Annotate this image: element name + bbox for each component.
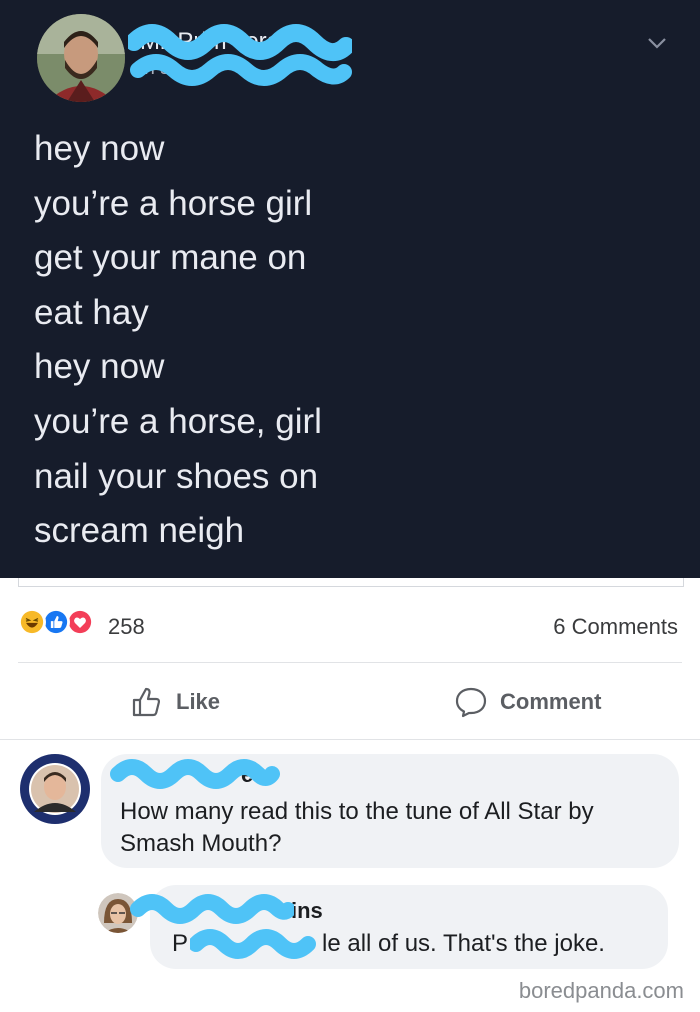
- redaction-scribble: [128, 24, 352, 86]
- commenter-avatar[interactable]: [20, 754, 90, 824]
- divider: [18, 662, 682, 663]
- reaction-count[interactable]: 258: [108, 614, 145, 640]
- reply-text: le all of us. That's the joke.: [322, 930, 605, 957]
- comment-text: How many read this to the tune of All St…: [120, 798, 594, 857]
- action-bar: Like Comment: [0, 672, 700, 730]
- divider: [0, 739, 700, 740]
- comment-bubble-icon: [455, 687, 487, 718]
- like-icon: [42, 608, 70, 636]
- post-line: nail your shoes on: [34, 456, 319, 496]
- haha-icon: [18, 608, 46, 636]
- watermark: boredpanda.com: [518, 978, 684, 1003]
- post-text: hey now you’re a horse girl get your man…: [34, 122, 322, 559]
- chevron-down-icon[interactable]: [646, 36, 668, 50]
- comments-count[interactable]: 6 Comments: [553, 614, 678, 640]
- comment-button[interactable]: Comment: [454, 682, 601, 722]
- post-image-frame: [18, 578, 684, 587]
- reply-author[interactable]: ins: [291, 898, 323, 924]
- post-image: Mil Prim vera in sc hey now you’re a hor…: [0, 0, 700, 578]
- like-label: Like: [176, 689, 221, 714]
- post-line: hey now: [34, 347, 165, 387]
- post-line: scream neigh: [34, 511, 245, 551]
- post-line: get your mane on: [34, 238, 307, 278]
- post-line: you’re a horse, girl: [34, 401, 322, 441]
- comment-label: Comment: [500, 689, 602, 714]
- post-line: eat hay: [34, 292, 149, 332]
- reactions-bar[interactable]: 258 6 Comments: [0, 604, 700, 648]
- redaction-scribble: [110, 759, 280, 789]
- author-avatar[interactable]: [37, 14, 125, 102]
- reply-text-start: P: [172, 930, 189, 957]
- post-line: hey now: [34, 129, 165, 168]
- redaction-scribble: [190, 929, 316, 959]
- post-line: you’re a horse girl: [34, 183, 313, 223]
- thumbs-up-icon: [132, 687, 161, 717]
- love-icon: [66, 608, 94, 636]
- redaction-scribble: [130, 894, 294, 924]
- like-button[interactable]: Like: [130, 682, 220, 722]
